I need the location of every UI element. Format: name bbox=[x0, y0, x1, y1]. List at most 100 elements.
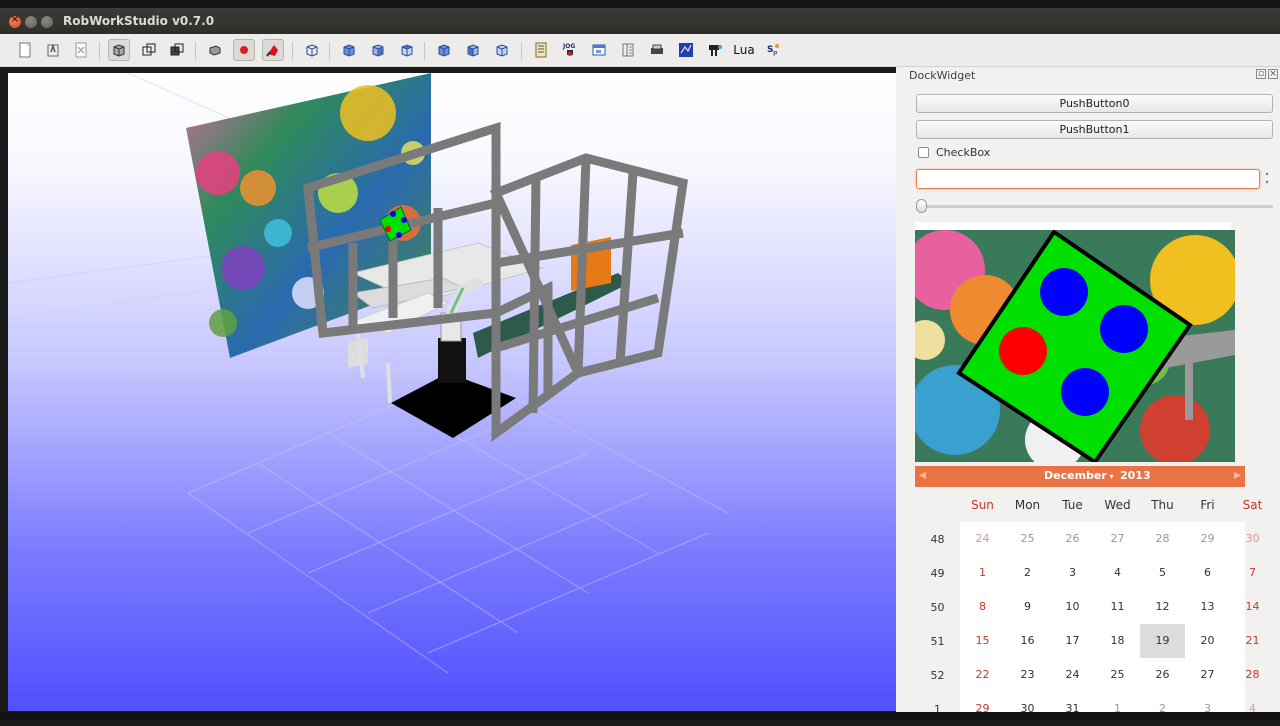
record-icon[interactable] bbox=[233, 39, 255, 61]
spinbox-arrows[interactable]: ▴ ▾ bbox=[1261, 169, 1273, 189]
calendar-day[interactable]: 25 bbox=[1095, 658, 1140, 692]
calendar-day[interactable]: 21 bbox=[1230, 624, 1275, 658]
checkbox-box[interactable] bbox=[918, 147, 929, 158]
calendar-day[interactable]: 9 bbox=[1005, 590, 1050, 624]
slider[interactable] bbox=[916, 198, 1273, 214]
view-6-icon[interactable] bbox=[491, 39, 513, 61]
view-4-icon[interactable] bbox=[433, 39, 455, 61]
solid-view-icon[interactable] bbox=[108, 39, 130, 61]
calendar-year[interactable]: 2013 bbox=[1120, 469, 1151, 482]
slider-handle[interactable] bbox=[916, 199, 927, 213]
calendar-day[interactable]: 16 bbox=[1005, 624, 1050, 658]
calendar-day[interactable]: 10 bbox=[1050, 590, 1095, 624]
weekday-header: Fri bbox=[1200, 498, 1215, 512]
calendar-day[interactable]: 1 bbox=[960, 556, 1005, 590]
week-number: 50 bbox=[930, 601, 945, 614]
dock-close-icon[interactable]: × bbox=[1268, 69, 1278, 79]
top-strip bbox=[0, 0, 1280, 8]
calendar-day[interactable]: 4 bbox=[1095, 556, 1140, 590]
checkbox[interactable]: CheckBox bbox=[918, 146, 990, 159]
spinbox-input[interactable] bbox=[916, 169, 1260, 189]
wireframe-icon[interactable] bbox=[138, 39, 160, 61]
window-titlebar[interactable]: × RobWorkStudio v0.7.0 bbox=[0, 8, 1280, 34]
pushbutton-0[interactable]: PushButton0 bbox=[916, 94, 1273, 113]
calendar-day[interactable]: 11 bbox=[1095, 590, 1140, 624]
log-plugin-icon[interactable] bbox=[530, 39, 552, 61]
calendar-day[interactable]: 24 bbox=[960, 522, 1005, 556]
calendar-day[interactable]: 8 bbox=[960, 590, 1005, 624]
calendar-day[interactable]: 14 bbox=[1230, 590, 1275, 624]
dock-float-icon[interactable]: ▫ bbox=[1256, 69, 1266, 79]
dock-widget: DockWidget ▫ × PushButton0 PushButton1 C… bbox=[896, 67, 1280, 716]
calendar-day[interactable]: 27 bbox=[1185, 658, 1230, 692]
scene-3d bbox=[8, 73, 729, 674]
property-icon[interactable] bbox=[617, 39, 639, 61]
window-close-button[interactable]: × bbox=[9, 14, 21, 28]
calendar-day[interactable]: 6 bbox=[1185, 556, 1230, 590]
jog-plugin-icon[interactable]: JOG bbox=[559, 39, 581, 61]
calendar-day[interactable]: 27 bbox=[1095, 522, 1140, 556]
sensors-icon[interactable] bbox=[704, 39, 726, 61]
calendar-day[interactable]: 19 bbox=[1140, 624, 1185, 658]
calendar-day[interactable]: 3 bbox=[1050, 556, 1095, 590]
calendar-day[interactable]: 18 bbox=[1095, 624, 1140, 658]
outline-view-icon[interactable] bbox=[166, 39, 188, 61]
calendar-day[interactable]: 17 bbox=[1050, 624, 1095, 658]
planning-icon[interactable] bbox=[675, 39, 697, 61]
calendar-day[interactable]: 30 bbox=[1005, 692, 1050, 726]
calendar-day[interactable]: 15 bbox=[960, 624, 1005, 658]
calendar-day[interactable]: 22 bbox=[960, 658, 1005, 692]
calendar-day[interactable]: 29 bbox=[1185, 522, 1230, 556]
main-toolbar: JOG Lua SP bbox=[0, 34, 1280, 67]
calendar-day[interactable]: 25 bbox=[1005, 522, 1050, 556]
pushbutton-1[interactable]: PushButton1 bbox=[916, 120, 1273, 139]
calendar-day[interactable]: 30 bbox=[1230, 522, 1275, 556]
calendar-day[interactable]: 26 bbox=[1050, 522, 1095, 556]
top-view-icon[interactable] bbox=[396, 39, 418, 61]
solid-icon[interactable] bbox=[204, 39, 226, 61]
calendar-month[interactable]: December ▾ bbox=[1044, 469, 1114, 482]
side-view-icon[interactable] bbox=[367, 39, 389, 61]
calendar-day[interactable]: 28 bbox=[1140, 522, 1185, 556]
slider-track[interactable] bbox=[916, 205, 1273, 208]
window-minimize-button[interactable] bbox=[25, 16, 37, 28]
calendar-day[interactable]: 24 bbox=[1050, 658, 1095, 692]
window-title: RobWorkStudio v0.7.0 bbox=[63, 14, 215, 28]
scene-viewport[interactable] bbox=[8, 73, 896, 711]
next-month-icon[interactable]: ▸ bbox=[1234, 467, 1241, 483]
front-view-icon[interactable] bbox=[338, 39, 360, 61]
open-icon[interactable] bbox=[42, 39, 64, 61]
calendar-day[interactable]: 5 bbox=[1140, 556, 1185, 590]
week-number: 49 bbox=[930, 567, 945, 580]
stop-icon[interactable] bbox=[262, 39, 284, 61]
calendar-day[interactable]: 2 bbox=[1140, 692, 1185, 726]
calendar-day[interactable]: 7 bbox=[1230, 556, 1275, 590]
calendar-day[interactable]: 1 bbox=[1095, 692, 1140, 726]
treeview-icon[interactable] bbox=[646, 39, 668, 61]
lua-plugin[interactable]: Lua bbox=[733, 39, 755, 61]
new-icon[interactable] bbox=[14, 39, 36, 61]
close-icon[interactable] bbox=[70, 39, 92, 61]
calendar-day[interactable]: 3 bbox=[1185, 692, 1230, 726]
tree-view-icon[interactable] bbox=[588, 39, 610, 61]
calendar-nav: ◂ December ▾ 2013 ▸ bbox=[915, 466, 1245, 487]
view-5-icon[interactable] bbox=[462, 39, 484, 61]
calendar-day[interactable]: 12 bbox=[1140, 590, 1185, 624]
window-maximize-button[interactable] bbox=[41, 16, 53, 28]
weekday-header: Mon bbox=[1014, 498, 1041, 512]
calendar-day[interactable]: 4 bbox=[1230, 692, 1275, 726]
calendar-day[interactable]: 29 bbox=[960, 692, 1005, 726]
spinbox[interactable]: ▴ ▾ bbox=[916, 169, 1273, 189]
calendar-day[interactable]: 2 bbox=[1005, 556, 1050, 590]
prev-month-icon[interactable]: ◂ bbox=[919, 467, 926, 483]
month-dropdown-icon[interactable]: ▾ bbox=[1107, 472, 1114, 481]
calendar-day[interactable]: 13 bbox=[1185, 590, 1230, 624]
calendar-day[interactable]: 23 bbox=[1005, 658, 1050, 692]
calendar-day[interactable]: 28 bbox=[1230, 658, 1275, 692]
camera-icon[interactable] bbox=[301, 39, 323, 61]
sample-plugin-icon[interactable]: SP bbox=[762, 39, 784, 61]
calendar-day[interactable]: 26 bbox=[1140, 658, 1185, 692]
image-frame bbox=[915, 222, 1231, 230]
calendar-day[interactable]: 20 bbox=[1185, 624, 1230, 658]
calendar-day[interactable]: 31 bbox=[1050, 692, 1095, 726]
